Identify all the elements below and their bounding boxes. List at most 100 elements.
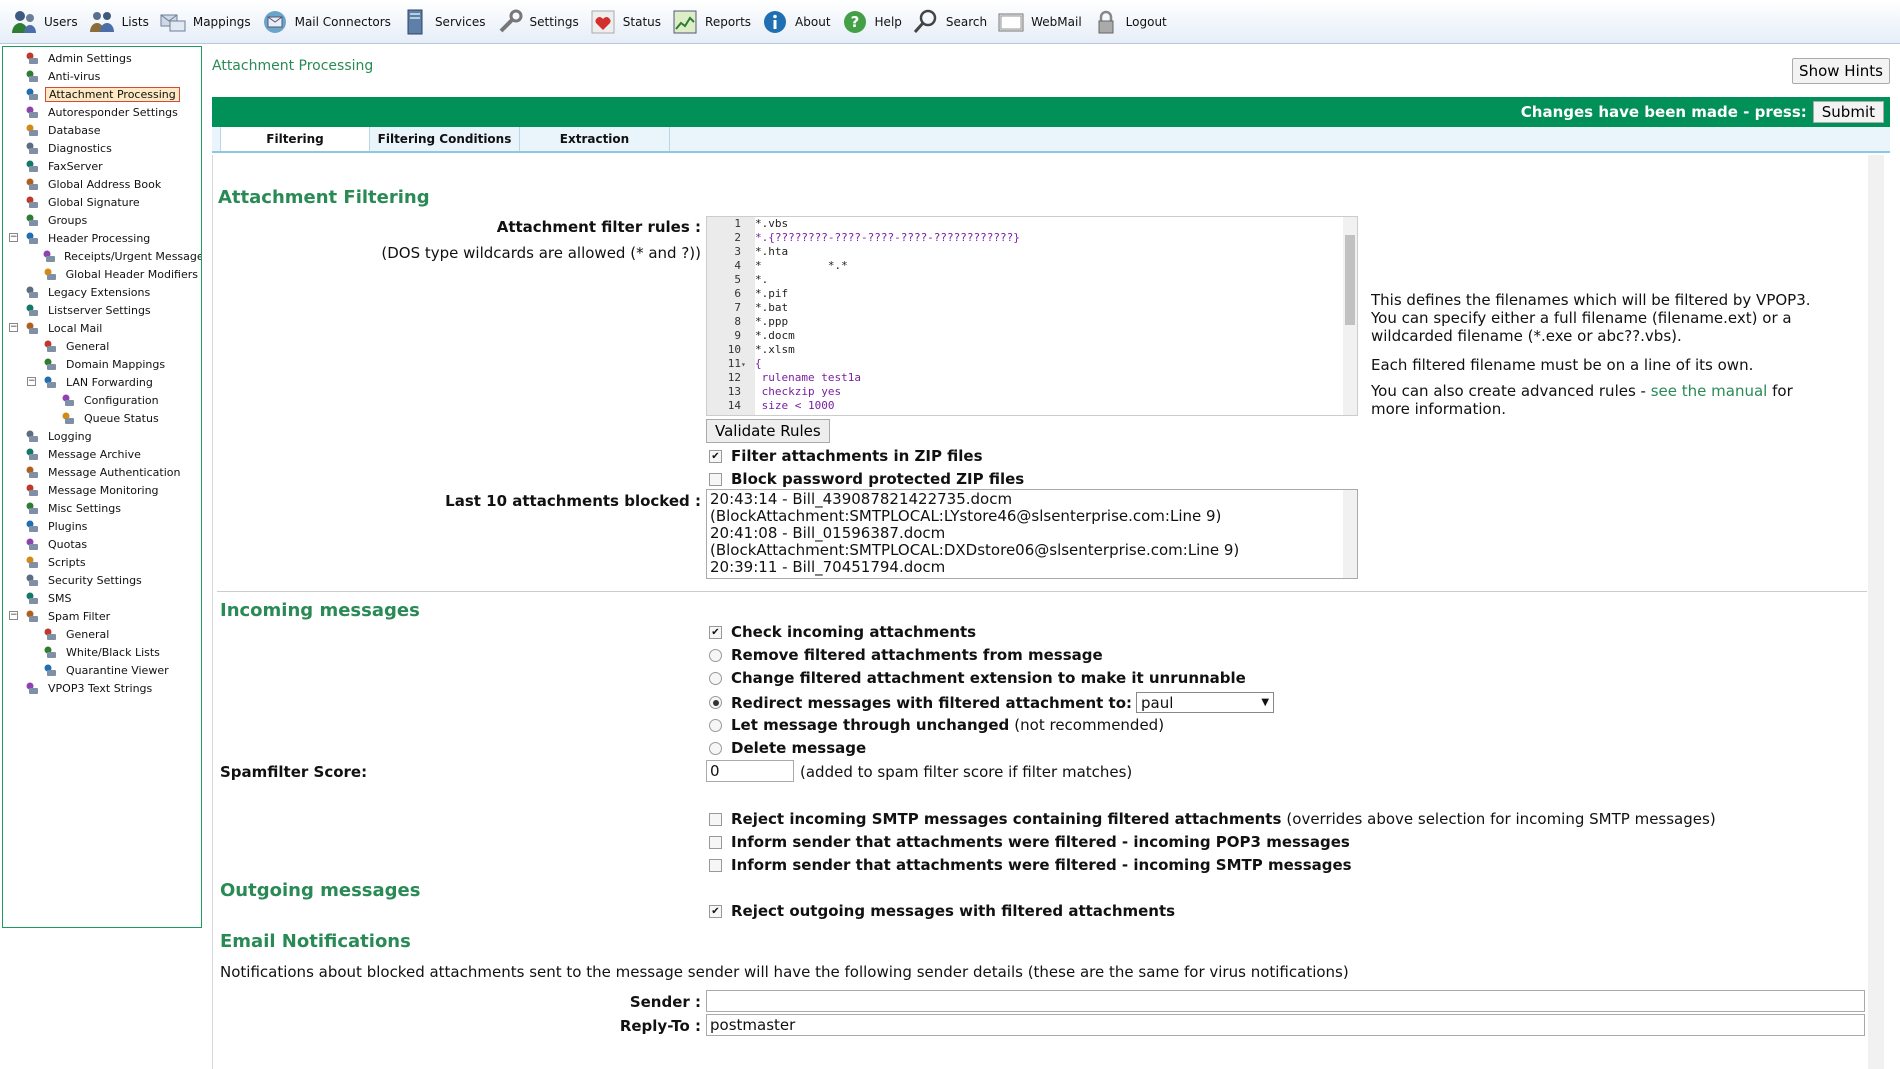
reject-smtp-checkbox[interactable] — [709, 812, 722, 826]
blocked-entry: 20:41:08 - Bill_01596387.docm — [710, 524, 946, 542]
inform-smtp-checkbox[interactable] — [709, 858, 722, 872]
filter-zip-option[interactable]: ✔ Filter attachments in ZIP files — [709, 447, 983, 465]
toolbar-help-button[interactable]: ? Help — [837, 2, 908, 42]
tree-collapse-toggle[interactable]: − — [27, 377, 36, 386]
sidebar-item-autoresponder-settings[interactable]: Autoresponder Settings — [6, 103, 201, 121]
sender-input[interactable] — [706, 990, 1865, 1012]
inform-pop3-checkbox[interactable] — [709, 835, 722, 849]
check-incoming-checkbox[interactable]: ✔ — [709, 625, 722, 639]
see-manual-link[interactable]: see the manual — [1651, 382, 1768, 400]
toolbar-users-button[interactable]: Users — [6, 2, 84, 42]
sidebar-item-vpop3-text-strings[interactable]: VPOP3 Text Strings — [6, 679, 201, 697]
toolbar-reports-button[interactable]: Reports — [667, 2, 757, 42]
tree-collapse-toggle[interactable]: − — [9, 611, 18, 620]
fold-marker[interactable]: ▾ — [741, 358, 755, 372]
editor-scrollbar[interactable] — [1343, 217, 1357, 415]
toolbar-webmail-button[interactable]: WebMail — [993, 2, 1088, 42]
tree-collapse-toggle[interactable]: − — [9, 233, 18, 242]
reject-smtp-option[interactable]: Reject incoming SMTP messages containing… — [709, 810, 1716, 828]
inform-smtp-option[interactable]: Inform sender that attachments were filt… — [709, 856, 1352, 874]
reply-to-input[interactable]: postmaster — [706, 1014, 1865, 1036]
sidebar-item-global-header-modifiers[interactable]: Global Header Modifiers — [6, 265, 201, 283]
radio-delete-option[interactable]: Delete message — [709, 739, 866, 757]
check-incoming-option[interactable]: ✔ Check incoming attachments — [709, 623, 976, 641]
block-pw-zip-checkbox[interactable] — [709, 472, 722, 486]
sidebar-item-database[interactable]: Database — [6, 121, 201, 139]
radio-let-option[interactable]: Let message through unchanged (not recomm… — [709, 716, 1164, 734]
show-hints-button[interactable]: Show Hints — [1792, 58, 1890, 84]
radio-delete[interactable] — [709, 741, 722, 755]
block-pw-zip-option[interactable]: Block password protected ZIP files — [709, 470, 1024, 488]
toolbar-lists-button[interactable]: Lists — [84, 2, 155, 42]
sidebar-item-local-mail[interactable]: − Local Mail — [6, 319, 201, 337]
sidebar-item-plugins[interactable]: Plugins — [6, 517, 201, 535]
sidebar-item-scripts[interactable]: Scripts — [6, 553, 201, 571]
radio-remove[interactable] — [709, 648, 722, 662]
tab-extraction[interactable]: Extraction — [520, 127, 670, 151]
rules-editor[interactable]: 1 *.vbs 2 *.{????????-????-????-????-??????… — [706, 216, 1358, 416]
page-scrollbar[interactable] — [1868, 155, 1884, 1069]
radio-let[interactable] — [709, 718, 722, 732]
sidebar-item-spam-filter[interactable]: − Spam Filter — [6, 607, 201, 625]
tab-filtering-conditions[interactable]: Filtering Conditions — [370, 127, 520, 151]
sidebar-item-quotas[interactable]: Quotas — [6, 535, 201, 553]
editor-scroll-thumb[interactable] — [1345, 235, 1355, 325]
sidebar-item-admin-settings[interactable]: Admin Settings — [6, 49, 201, 67]
sidebar-item-message-authentication[interactable]: Message Authentication — [6, 463, 201, 481]
toolbar-mappings-button[interactable]: Mappings — [155, 2, 257, 42]
sidebar-item-message-monitoring[interactable]: Message Monitoring — [6, 481, 201, 499]
radio-change[interactable] — [709, 671, 722, 685]
sidebar-item-groups[interactable]: Groups — [6, 211, 201, 229]
toolbar-logout-button[interactable]: Logout — [1088, 2, 1173, 42]
tree-collapse-toggle[interactable]: − — [9, 323, 18, 332]
tree-node-icon — [24, 104, 40, 120]
toolbar-search-button[interactable]: Search — [908, 2, 993, 42]
inform-pop3-option[interactable]: Inform sender that attachments were filt… — [709, 833, 1350, 851]
tab-filtering[interactable]: Filtering — [220, 127, 370, 151]
sidebar-item-receipts-urgent-messages[interactable]: Receipts/Urgent Messages — [6, 247, 201, 265]
sidebar-item-general[interactable]: General — [6, 337, 201, 355]
toolbar-status-button[interactable]: Status — [585, 2, 667, 42]
sidebar-item-quarantine-viewer[interactable]: Quarantine Viewer — [6, 661, 201, 679]
sidebar-item-global-address-book[interactable]: Global Address Book — [6, 175, 201, 193]
sidebar-item-security-settings[interactable]: Security Settings — [6, 571, 201, 589]
sidebar-item-header-processing[interactable]: − Header Processing — [6, 229, 201, 247]
toolbar-mail-connectors-button[interactable]: Mail Connectors — [257, 2, 397, 42]
sidebar-item-lan-forwarding[interactable]: − LAN Forwarding — [6, 373, 201, 391]
radio-redirect[interactable] — [709, 696, 722, 709]
toolbar-services-button[interactable]: Services — [397, 2, 492, 42]
sidebar-item-white-black-lists[interactable]: White/Black Lists — [6, 643, 201, 661]
redirect-user-select[interactable]: paul ▼ — [1136, 692, 1275, 713]
sidebar-item-general[interactable]: General — [6, 625, 201, 643]
sidebar-item-sms[interactable]: SMS — [6, 589, 201, 607]
sidebar-item-queue-status[interactable]: Queue Status — [6, 409, 201, 427]
sidebar-item-legacy-extensions[interactable]: Legacy Extensions — [6, 283, 201, 301]
reject-outgoing-checkbox[interactable]: ✔ — [709, 904, 722, 918]
radio-remove-option[interactable]: Remove filtered attachments from message — [709, 646, 1103, 664]
validate-rules-button[interactable]: Validate Rules — [706, 419, 830, 443]
sidebar-item-misc-settings[interactable]: Misc Settings — [6, 499, 201, 517]
sidebar-item-configuration[interactable]: Configuration — [6, 391, 201, 409]
sidebar-item-diagnostics[interactable]: Diagnostics — [6, 139, 201, 157]
sidebar-item-listserver-settings[interactable]: Listserver Settings — [6, 301, 201, 319]
sidebar-item-attachment-processing[interactable]: Attachment Processing — [6, 85, 201, 103]
sidebar-item-global-signature[interactable]: Global Signature — [6, 193, 201, 211]
reject-outgoing-option[interactable]: ✔ Reject outgoing messages with filtered … — [709, 902, 1175, 920]
toolbar-about-button[interactable]: About — [757, 2, 836, 42]
blocked-list-scrollbar[interactable] — [1343, 490, 1357, 578]
toolbar-settings-button[interactable]: Settings — [492, 2, 585, 42]
editor-line: 2 *.{????????-????-????-????-????????????… — [707, 231, 1357, 245]
sidebar-item-faxserver[interactable]: FaxServer — [6, 157, 201, 175]
radio-redirect-option[interactable]: Redirect messages with filtered attachme… — [709, 692, 1275, 713]
filter-zip-checkbox[interactable]: ✔ — [709, 449, 722, 463]
blocked-attachments-list[interactable]: 20:43:14 - Bill_439087821422735.docm (Blo… — [706, 489, 1358, 579]
spamfilter-score-input[interactable]: 0 — [706, 760, 794, 782]
sidebar-item-domain-mappings[interactable]: Domain Mappings — [6, 355, 201, 373]
sidebar-item-logging[interactable]: Logging — [6, 427, 201, 445]
submit-button[interactable]: Submit — [1812, 101, 1884, 123]
sidebar-item-message-archive[interactable]: Message Archive — [6, 445, 201, 463]
tree-node-icon — [24, 122, 40, 138]
editor-lines: 1 *.vbs 2 *.{????????-????-????-????-??????… — [707, 217, 1357, 413]
sidebar-item-anti-virus[interactable]: Anti-virus — [6, 67, 201, 85]
radio-change-option[interactable]: Change filtered attachment extension to … — [709, 669, 1246, 687]
